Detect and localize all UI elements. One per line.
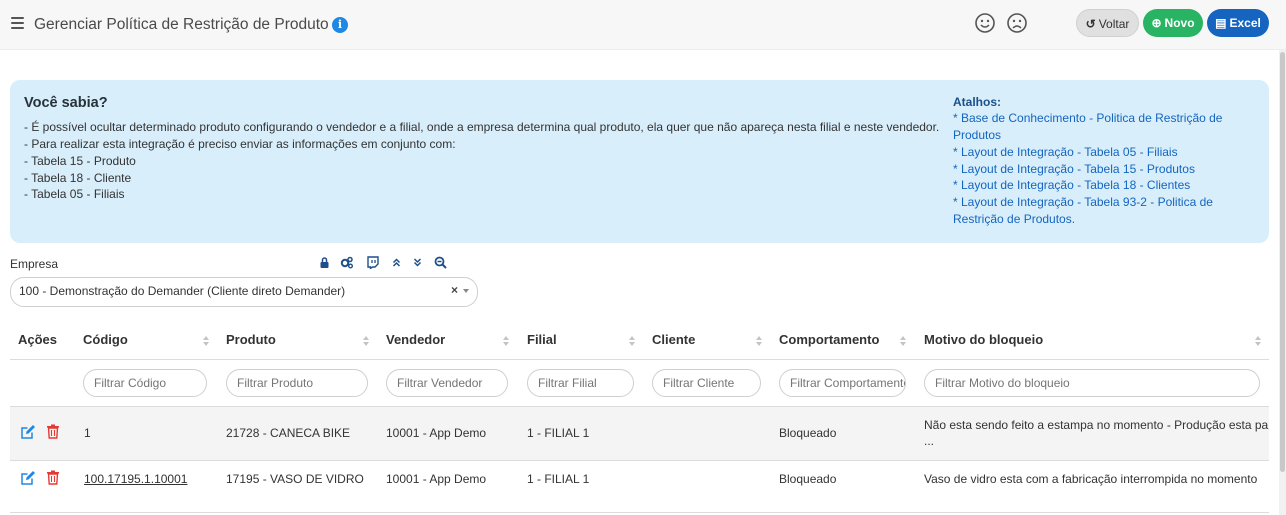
cell-comportamento: Bloqueado (779, 472, 837, 486)
column-header-comportamento[interactable]: Comportamento (779, 332, 879, 347)
divider (10, 512, 1269, 513)
tip-line: - É possível ocultar determinado produto… (24, 120, 940, 134)
lock-icon[interactable] (318, 256, 331, 269)
page-title: Gerenciar Política de Restrição de Produ… (34, 16, 329, 33)
shortcut-link[interactable]: * Layout de Integração - Tabela 93-2 - P… (953, 194, 1243, 227)
trash-icon[interactable] (46, 424, 60, 439)
cell-codigo-link[interactable]: 100.17195.1.10001 (84, 472, 187, 486)
edit-icon[interactable] (20, 470, 36, 486)
excel-file-icon: ▤ (1215, 16, 1227, 30)
cell-comportamento: Bloqueado (779, 426, 837, 440)
table-row[interactable] (10, 407, 1269, 460)
zoom-out-icon[interactable] (434, 256, 447, 269)
table-row[interactable] (10, 461, 1269, 513)
twitch-icon[interactable] (366, 256, 379, 269)
column-header-filial[interactable]: Filial (527, 332, 557, 347)
shortcut-link[interactable]: * Layout de Integração - Tabela 05 - Fil… (953, 144, 1243, 161)
tip-line: - Tabela 05 - Filiais (24, 187, 125, 201)
sort-icon[interactable] (756, 335, 762, 347)
scrollbar-thumb[interactable] (1280, 52, 1285, 472)
gears-icon[interactable] (340, 256, 353, 269)
filter-codigo-input[interactable] (83, 369, 207, 397)
company-label: Empresa (10, 257, 59, 271)
filter-vendedor-input[interactable] (386, 369, 508, 397)
back-button[interactable]: ↺ Voltar (1076, 9, 1139, 37)
cell-vendedor: 10001 - App Demo (386, 426, 487, 440)
divider (10, 359, 1269, 360)
column-header-vendedor[interactable]: Vendedor (386, 332, 445, 347)
tip-line: - Tabela 15 - Produto (24, 154, 136, 168)
clear-selection-icon[interactable]: × (451, 283, 458, 297)
sort-icon[interactable] (503, 335, 509, 347)
cell-motivo: Não esta sendo feito a estampa no moment… (924, 418, 1269, 432)
chevron-down-icon[interactable] (463, 289, 469, 293)
sort-icon[interactable] (900, 335, 906, 347)
shortcut-link[interactable]: * Base de Conhecimento - Politica de Res… (953, 110, 1243, 143)
column-header-motivo[interactable]: Motivo do bloqueio (924, 332, 1043, 347)
cell-codigo: 1 (84, 426, 91, 440)
frown-icon[interactable] (1006, 12, 1028, 34)
excel-button[interactable]: ▤ Excel (1207, 9, 1269, 37)
sort-icon[interactable] (1255, 335, 1261, 347)
cell-motivo-ellipsis[interactable]: ... (924, 434, 934, 448)
filter-produto-input[interactable] (226, 369, 368, 397)
cell-produto: 17195 - VASO DE VIDRO (226, 472, 364, 486)
menu-icon[interactable] (11, 17, 24, 29)
tip-line: - Para realizar esta integração é precis… (24, 137, 456, 151)
shortcuts-title: Atalhos: (953, 95, 1001, 109)
cell-produto: 21728 - CANECA BIKE (226, 426, 351, 440)
sort-icon[interactable] (363, 335, 369, 347)
edit-icon[interactable] (20, 424, 36, 440)
shortcut-link[interactable]: * Layout de Integração - Tabela 15 - Pro… (953, 161, 1243, 178)
cell-motivo: Vaso de vidro esta com a fabricação inte… (924, 472, 1258, 486)
sort-icon[interactable] (203, 335, 209, 347)
tip-line: - Tabela 18 - Cliente (24, 171, 132, 185)
undo-icon: ↺ (1085, 17, 1096, 31)
column-header-produto[interactable]: Produto (226, 332, 276, 347)
double-chevron-up-icon[interactable] (390, 256, 403, 269)
smile-icon[interactable] (974, 12, 996, 34)
cell-vendedor: 10001 - App Demo (386, 472, 487, 486)
info-icon[interactable]: i (332, 17, 348, 33)
cell-filial: 1 - FILIAL 1 (527, 472, 590, 486)
plus-circle-icon: ⊕ (1151, 16, 1162, 30)
column-header-codigo[interactable]: Código (83, 332, 128, 347)
column-header-acoes: Ações (18, 332, 58, 347)
cell-filial: 1 - FILIAL 1 (527, 426, 590, 440)
new-button[interactable]: ⊕ Novo (1143, 9, 1203, 37)
filter-filial-input[interactable] (527, 369, 634, 397)
filter-motivo-input[interactable] (924, 369, 1260, 397)
filter-cliente-input[interactable] (652, 369, 761, 397)
tip-heading: Você sabia? (24, 95, 108, 111)
sort-icon[interactable] (629, 335, 635, 347)
company-select-value: 100 - Demonstração do Demander (Cliente … (19, 284, 346, 298)
filter-comportamento-input[interactable] (779, 369, 906, 397)
shortcut-link[interactable]: * Layout de Integração - Tabela 18 - Cli… (953, 177, 1243, 194)
column-header-cliente[interactable]: Cliente (652, 332, 695, 347)
double-chevron-down-icon[interactable] (411, 256, 424, 269)
trash-icon[interactable] (46, 470, 60, 485)
